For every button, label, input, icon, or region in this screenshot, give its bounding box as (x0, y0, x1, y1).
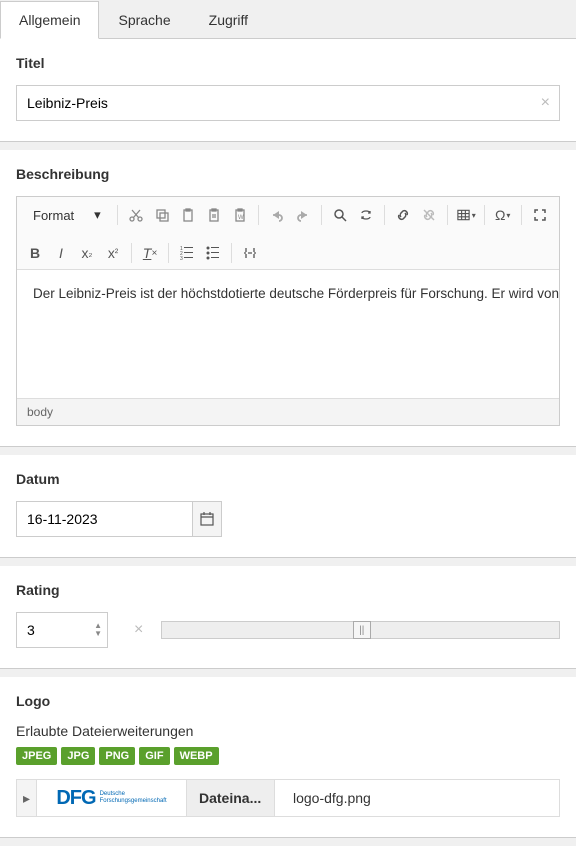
redo-icon[interactable] (293, 205, 313, 225)
link-icon[interactable] (393, 205, 413, 225)
extensions-label: Erlaubte Dateierweiterungen (16, 723, 560, 739)
editor-elements-path[interactable]: body (17, 398, 559, 425)
svg-text:3: 3 (180, 256, 183, 261)
badge-gif: GIF (139, 747, 169, 765)
rating-spinner[interactable]: ▲▼ (94, 622, 102, 638)
titel-clear-icon[interactable]: × (541, 94, 550, 112)
svg-text:W: W (238, 215, 244, 221)
remove-format-icon[interactable]: T× (140, 243, 160, 263)
unlink-icon[interactable] (419, 205, 439, 225)
cut-icon[interactable] (126, 205, 146, 225)
section-titel: Titel × (0, 39, 576, 142)
calendar-button[interactable] (192, 501, 222, 537)
paste-word-icon[interactable]: W (230, 205, 250, 225)
bold-icon[interactable]: B (25, 243, 45, 263)
thumb-logo-sub2: Forschungsgemeinschaft (100, 798, 167, 805)
table-icon[interactable]: ▾ (456, 205, 476, 225)
badge-jpeg: JPEG (16, 747, 57, 765)
find-icon[interactable] (330, 205, 350, 225)
rich-text-editor: Format ▾ W (16, 196, 560, 426)
file-row: ▸ DFG Deutsche Forschungsgemeinschaft Da… (16, 779, 560, 817)
undo-icon[interactable] (267, 205, 287, 225)
chevron-right-icon: ▸ (23, 790, 30, 807)
file-thumbnail[interactable]: DFG Deutsche Forschungsgemeinschaft (37, 780, 187, 816)
caret-down-icon: ▾ (94, 207, 101, 223)
file-name: logo-dfg.png (275, 780, 559, 816)
badge-jpg: JPG (61, 747, 95, 765)
page-break-icon[interactable] (240, 243, 260, 263)
ordered-list-icon[interactable]: 123 (177, 243, 197, 263)
italic-icon[interactable]: I (51, 243, 71, 263)
special-char-icon[interactable]: Ω▾ (493, 205, 513, 225)
subscript-icon[interactable]: x₂ (77, 243, 97, 263)
rating-label: Rating (16, 582, 560, 598)
section-beschreibung: Beschreibung Format ▾ W (0, 150, 576, 447)
paste-icon[interactable] (178, 205, 198, 225)
beschreibung-label: Beschreibung (16, 166, 560, 182)
thumb-logo-text: DFG (56, 787, 95, 810)
file-column-header: Dateina... (187, 780, 275, 816)
thumb-logo-sub1: Deutsche (100, 791, 167, 798)
datum-input[interactable] (16, 501, 192, 537)
unordered-list-icon[interactable] (203, 243, 223, 263)
format-dropdown[interactable]: Format ▾ (25, 203, 109, 227)
tab-zugriff[interactable]: Zugriff (190, 1, 267, 39)
badge-webp: WEBP (174, 747, 219, 765)
superscript-icon[interactable]: x² (103, 243, 123, 263)
section-logo: Logo Erlaubte Dateierweiterungen JPEG JP… (0, 677, 576, 838)
file-toggle[interactable]: ▸ (17, 780, 37, 816)
replace-icon[interactable] (356, 205, 376, 225)
maximize-icon[interactable] (530, 205, 550, 225)
rating-slider-thumb[interactable]: || (353, 621, 371, 639)
section-rating: Rating ▲▼ × || (0, 566, 576, 669)
tab-bar: Allgemein Sprache Zugriff (0, 0, 576, 39)
titel-label: Titel (16, 55, 560, 71)
section-datum: Datum (0, 455, 576, 558)
extension-badges: JPEG JPG PNG GIF WEBP (16, 747, 560, 765)
logo-label: Logo (16, 693, 560, 709)
paste-text-icon[interactable] (204, 205, 224, 225)
calendar-icon (199, 511, 215, 527)
editor-content[interactable]: Der Leibniz-Preis ist der höchstdotierte… (17, 270, 559, 398)
badge-png: PNG (99, 747, 135, 765)
editor-toolbar: Format ▾ W (17, 197, 559, 270)
copy-icon[interactable] (152, 205, 172, 225)
rating-clear-icon[interactable]: × (134, 621, 143, 639)
rating-slider[interactable]: || (161, 621, 560, 639)
tab-allgemein[interactable]: Allgemein (0, 1, 99, 39)
titel-input[interactable] (16, 85, 560, 121)
datum-label: Datum (16, 471, 560, 487)
tab-sprache[interactable]: Sprache (99, 1, 189, 39)
